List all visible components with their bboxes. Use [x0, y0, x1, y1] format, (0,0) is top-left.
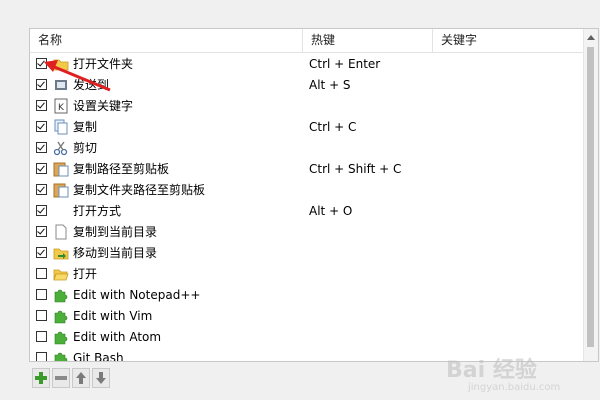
- add-button[interactable]: [32, 368, 50, 388]
- row-name: Edit with Notepad++: [73, 288, 201, 302]
- table-row[interactable]: 打开: [30, 264, 585, 285]
- puzzle-icon: [53, 287, 69, 303]
- row-checkbox[interactable]: [36, 247, 47, 258]
- vertical-scrollbar[interactable]: [583, 29, 598, 361]
- row-name: 打开方式: [73, 204, 122, 218]
- row-hotkey: Alt + S: [309, 78, 351, 92]
- top-strip: [0, 0, 600, 8]
- copy-icon: [53, 119, 69, 135]
- move-folder-icon: [53, 245, 69, 261]
- clipboard-icon: [53, 161, 69, 177]
- row-checkbox[interactable]: [36, 331, 47, 342]
- scissors-icon: [53, 140, 69, 156]
- watermark-logo-text: Bai 经验: [446, 358, 537, 383]
- row-name: 设置关键字: [73, 99, 134, 113]
- row-checkbox[interactable]: [36, 268, 47, 279]
- row-name: 剪切: [73, 141, 98, 155]
- puzzle-icon: [53, 308, 69, 324]
- table-row[interactable]: 复制路径至剪贴板 Ctrl + Shift + C: [30, 159, 585, 180]
- remove-icon: [55, 376, 67, 380]
- puzzle-icon: [53, 329, 69, 345]
- watermark-url: jingyan.baidu.com: [468, 382, 561, 393]
- row-name: 打开: [73, 267, 98, 281]
- row-checkbox[interactable]: [36, 352, 47, 361]
- table-row[interactable]: K 设置关键字: [30, 96, 585, 117]
- table-row[interactable]: 打开方式 Alt + O: [30, 201, 585, 222]
- add-icon: [35, 372, 47, 384]
- table-row[interactable]: 移动到当前目录: [30, 243, 585, 264]
- row-checkbox[interactable]: [36, 289, 47, 300]
- row-name: 复制到当前目录: [73, 225, 158, 239]
- open-folder-icon: [53, 266, 69, 282]
- red-annotation-arrow: [44, 60, 111, 92]
- scroll-up-arrow-icon[interactable]: [587, 35, 595, 40]
- table-row[interactable]: 剪切: [30, 138, 585, 159]
- baidu-watermark: Bai 经验 jingyan.baidu.com: [446, 352, 586, 396]
- move-up-button[interactable]: [72, 368, 90, 388]
- table-row[interactable]: 复制文件夹路径至剪贴板: [30, 180, 585, 201]
- remove-button[interactable]: [52, 368, 70, 388]
- move-down-button[interactable]: [92, 368, 110, 388]
- row-name: 移动到当前目录: [73, 246, 158, 260]
- row-hotkey: Alt + O: [309, 204, 353, 218]
- row-checkbox[interactable]: [36, 184, 47, 195]
- row-checkbox[interactable]: [36, 226, 47, 237]
- table-header: 名称 热键 关键字: [30, 29, 590, 53]
- column-header-hotkey[interactable]: 热键: [302, 29, 432, 52]
- table-row[interactable]: Edit with Vim: [30, 306, 585, 327]
- row-name: 复制文件夹路径至剪贴板: [73, 183, 206, 197]
- clipboard-icon: [53, 182, 69, 198]
- row-checkbox[interactable]: [36, 121, 47, 132]
- row-checkbox[interactable]: [36, 205, 47, 216]
- row-name: Git Bash: [73, 351, 124, 362]
- puzzle-icon: [53, 350, 69, 361]
- row-name: 复制: [73, 120, 98, 134]
- move-up-icon: [76, 372, 86, 384]
- file-icon: [53, 224, 69, 240]
- row-name: Edit with Vim: [73, 309, 153, 323]
- move-down-icon: [96, 372, 106, 384]
- table-row[interactable]: Edit with Atom: [30, 327, 585, 348]
- row-checkbox[interactable]: [36, 142, 47, 153]
- row-checkbox[interactable]: [36, 310, 47, 321]
- row-name: 复制路径至剪贴板: [73, 162, 170, 176]
- row-hotkey: Ctrl + Shift + C: [309, 162, 402, 176]
- row-hotkey: Ctrl + C: [309, 120, 357, 134]
- table-row[interactable]: 复制 Ctrl + C: [30, 117, 585, 138]
- row-checkbox[interactable]: [36, 163, 47, 174]
- column-header-name[interactable]: 名称: [30, 29, 302, 52]
- row-checkbox[interactable]: [36, 100, 47, 111]
- row-hotkey: Ctrl + Enter: [309, 57, 381, 71]
- table-row[interactable]: 复制到当前目录: [30, 222, 585, 243]
- table-row[interactable]: Edit with Notepad++: [30, 285, 585, 306]
- column-header-keyword[interactable]: 关键字: [432, 29, 582, 52]
- keyword-icon: K: [53, 98, 69, 114]
- scrollbar-thumb[interactable]: [587, 47, 594, 347]
- row-name: Edit with Atom: [73, 330, 162, 344]
